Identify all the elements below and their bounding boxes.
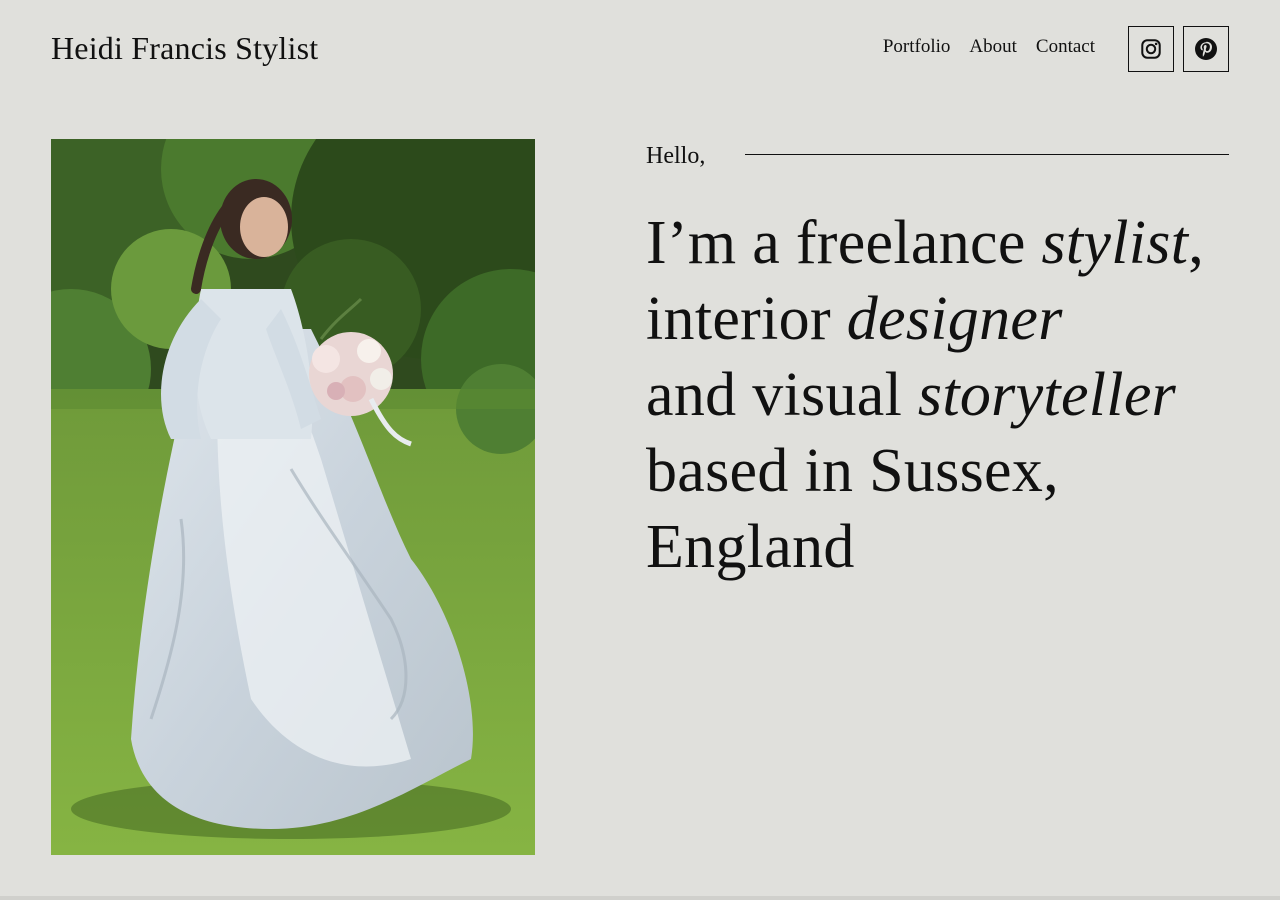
page: Heidi Francis Stylist Portfolio About Co… (0, 0, 1280, 900)
headline-emphasis: storyteller (917, 361, 1177, 429)
headline-text: interior (646, 285, 847, 353)
nav-contact[interactable]: Contact (1036, 34, 1095, 60)
bottom-rule (0, 896, 1280, 900)
headline-text: based in Sussex, (646, 437, 1059, 505)
headline-text: England (646, 513, 855, 581)
main-nav: Portfolio About Contact (883, 34, 1095, 60)
pinterest-icon (1195, 38, 1217, 60)
nav-portfolio[interactable]: Portfolio (883, 34, 951, 60)
nav-about[interactable]: About (969, 34, 1017, 60)
hero-photo (51, 139, 535, 855)
intro-headline: I’m a freelance stylist, interior design… (646, 205, 1246, 585)
headline-emphasis: stylist (1041, 209, 1189, 277)
divider-line (745, 154, 1229, 155)
headline-text: and visual (646, 361, 918, 429)
headline-text: I’m a freelance (646, 209, 1042, 277)
pinterest-button[interactable] (1183, 26, 1229, 72)
instagram-button[interactable] (1128, 26, 1174, 72)
headline-emphasis: designer (846, 285, 1063, 353)
greeting: Hello, (646, 143, 706, 169)
headline-text: , (1188, 209, 1205, 277)
bride-photo-illustration (51, 139, 535, 855)
site-title[interactable]: Heidi Francis Stylist (51, 28, 318, 68)
instagram-icon (1141, 39, 1161, 59)
